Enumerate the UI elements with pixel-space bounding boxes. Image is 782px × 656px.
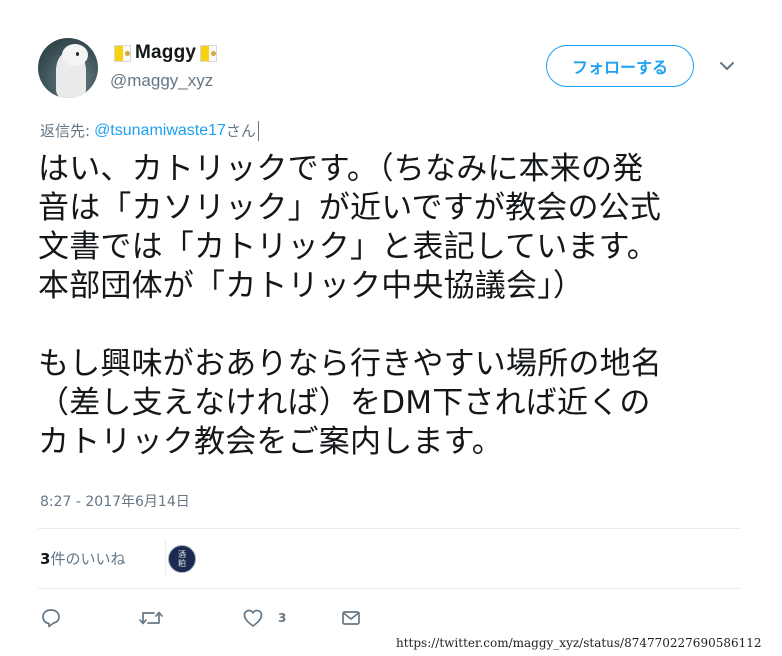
divider [38,528,740,529]
author-name-row[interactable]: Maggy [114,40,218,66]
liker-avatar-char: 酒 [178,550,186,559]
vatican-flag-icon [114,44,131,62]
reply-icon [42,609,60,628]
text-cursor [257,120,259,141]
like-button[interactable]: 3 [242,606,286,630]
direct-message-button[interactable] [340,606,362,630]
vatican-flag-icon [200,44,218,62]
follow-button[interactable]: フォローする [546,45,694,87]
tweet-text-line: カトリック教会をご案内します。 [38,424,503,460]
tweet-text: はい、カトリックです。（ちなみに本来の発 音は「カソリック」が近いですが教会の公… [38,150,758,462]
tweet-timestamp[interactable]: 8:27 - 2017年6月14日 [40,491,190,511]
retweet-icon [139,611,163,625]
envelope-icon [342,611,360,625]
heart-icon [243,609,263,627]
tweet-text-line: 音は「カソリック」が近いですが教会の公式 [38,190,662,226]
likes-number: 3 [40,549,51,568]
retweet-button[interactable] [138,606,164,630]
liker-avatar-char: 粕 [178,559,186,568]
tweet-text-line: （差し支えなければ）をDM下されば近くの [38,385,651,421]
source-url: https://twitter.com/maggy_xyz/status/874… [396,636,762,650]
reply-context: 返信先: @tsunamiwaste17 さん [40,120,259,141]
author-handle[interactable]: @maggy_xyz [110,71,213,91]
author-display-name[interactable]: Maggy [135,42,196,64]
reply-suffix: さん [225,122,256,140]
tweet-text-line: はい、カトリックです。（ちなみに本来の発 [38,151,644,187]
reply-mention-link[interactable]: @tsunamiwaste17 [94,122,226,140]
reply-prefix: 返信先: [40,122,91,140]
divider [165,540,166,576]
tweet-card: Maggy @maggy_xyz フォローする 返信先: @tsunamiwas… [0,0,782,656]
divider [38,588,740,589]
tweet-text-line: 本部団体が「カトリック中央協議会」） [38,268,585,304]
likes-label: 件のいいね [50,550,126,568]
chevron-down-icon[interactable] [716,56,738,76]
like-count: 3 [278,611,287,625]
tweet-text-line [38,306,758,345]
likes-count[interactable]: 3 件のいいね [40,548,125,569]
tweet-text-line: もし興味がおありなら行きやすい場所の地名 [38,346,662,382]
reply-button[interactable] [40,606,62,630]
author-avatar[interactable] [38,38,98,98]
tweet-text-line: 文書では「カトリック」と表記しています。 [38,229,658,265]
liker-avatar[interactable]: 酒 粕 [168,545,196,573]
